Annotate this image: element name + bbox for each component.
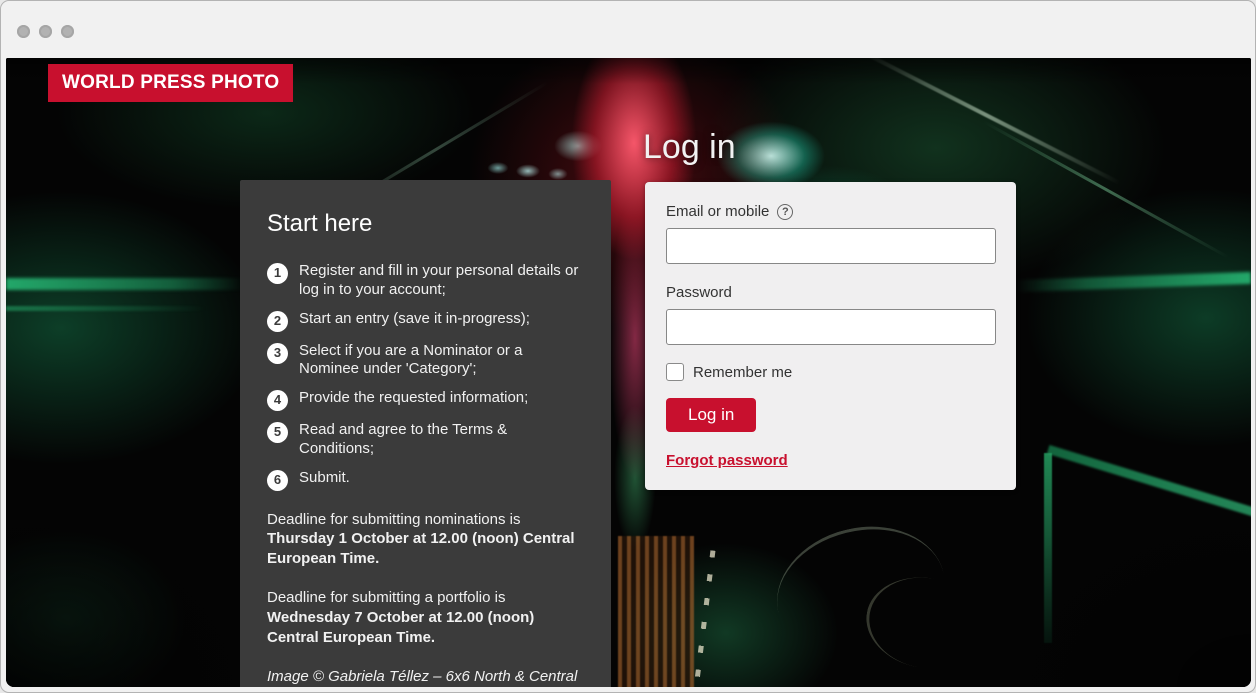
background-photo <box>6 58 1251 687</box>
page-title: Log in <box>643 128 736 167</box>
step-text: Select if you are a Nominator or a Nomin… <box>299 342 584 380</box>
step-number-badge: 4 <box>267 390 288 411</box>
login-button[interactable]: Log in <box>666 398 756 432</box>
help-icon[interactable]: ? <box>777 204 793 220</box>
photo-vignette <box>6 58 1251 687</box>
step-number-badge: 3 <box>267 343 288 364</box>
step-text: Submit. <box>299 469 350 491</box>
deadline-date: Wednesday 7 October at 12.00 (noon) Cent… <box>267 609 534 646</box>
step-text: Start an entry (save it in-progress); <box>299 310 530 332</box>
password-label: Password <box>666 284 732 301</box>
step-item: 2 Start an entry (save it in-progress); <box>267 310 584 332</box>
portfolio-deadline: Deadline for submitting a portfolio is W… <box>267 588 584 648</box>
email-input[interactable] <box>666 228 996 264</box>
step-item: 6 Submit. <box>267 469 584 491</box>
step-text: Register and fill in your personal detai… <box>299 262 584 300</box>
browser-chrome <box>1 1 1255 58</box>
step-item: 3 Select if you are a Nominator or a Nom… <box>267 342 584 380</box>
window-dot-icon[interactable] <box>39 25 52 38</box>
step-number-badge: 6 <box>267 470 288 491</box>
deadline-intro: Deadline for submitting a portfolio is <box>267 589 505 606</box>
step-number-badge: 5 <box>267 422 288 443</box>
start-here-panel: Start here 1 Register and fill in your p… <box>240 180 611 687</box>
image-credit: Image © Gabriela Téllez – 6x6 North & Ce… <box>267 667 584 687</box>
remember-me-label: Remember me <box>693 364 792 381</box>
page-viewport: WORLD PRESS PHOTO Log in Start here 1 Re… <box>6 58 1251 687</box>
window-dot-icon[interactable] <box>61 25 74 38</box>
forgot-password-link[interactable]: Forgot password <box>666 452 788 469</box>
deadline-intro: Deadline for submitting nominations is <box>267 511 520 528</box>
step-text: Provide the requested information; <box>299 389 528 411</box>
step-item: 1 Register and fill in your personal det… <box>267 262 584 300</box>
login-form: Email or mobile ? Password Remember me L… <box>645 182 1016 490</box>
step-number-badge: 1 <box>267 263 288 284</box>
start-here-heading: Start here <box>267 210 584 238</box>
password-label-row: Password <box>666 284 995 301</box>
nominations-deadline: Deadline for submitting nominations is T… <box>267 510 584 570</box>
remember-me-checkbox[interactable] <box>666 363 684 381</box>
remember-me-row: Remember me <box>666 363 995 381</box>
steps-list: 1 Register and fill in your personal det… <box>267 262 584 491</box>
window-controls <box>17 25 74 38</box>
email-label: Email or mobile <box>666 203 769 220</box>
step-number-badge: 2 <box>267 311 288 332</box>
email-label-row: Email or mobile ? <box>666 203 995 220</box>
step-item: 5 Read and agree to the Terms & Conditio… <box>267 421 584 459</box>
step-item: 4 Provide the requested information; <box>267 389 584 411</box>
deadline-date: Thursday 1 October at 12.00 (noon) Centr… <box>267 530 575 567</box>
password-input[interactable] <box>666 309 996 345</box>
window-dot-icon[interactable] <box>17 25 30 38</box>
logo-text: WORLD PRESS PHOTO <box>62 72 279 94</box>
browser-window: WORLD PRESS PHOTO Log in Start here 1 Re… <box>0 0 1256 693</box>
world-press-photo-logo[interactable]: WORLD PRESS PHOTO <box>48 64 293 102</box>
step-text: Read and agree to the Terms & Conditions… <box>299 421 584 459</box>
